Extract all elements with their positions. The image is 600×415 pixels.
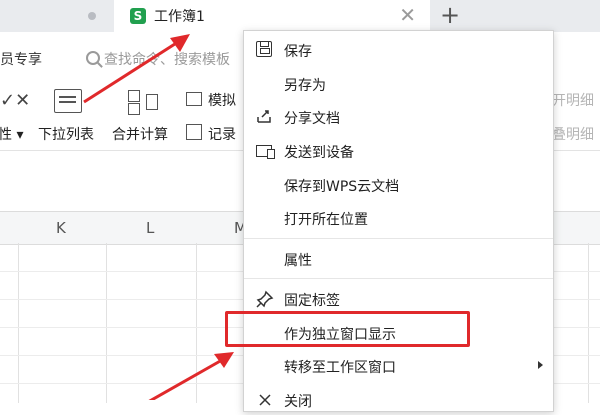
annotation-overlay (83, 34, 234, 400)
annotation-arrow-top (83, 34, 190, 104)
annotation-arrow-bottom (148, 352, 234, 400)
